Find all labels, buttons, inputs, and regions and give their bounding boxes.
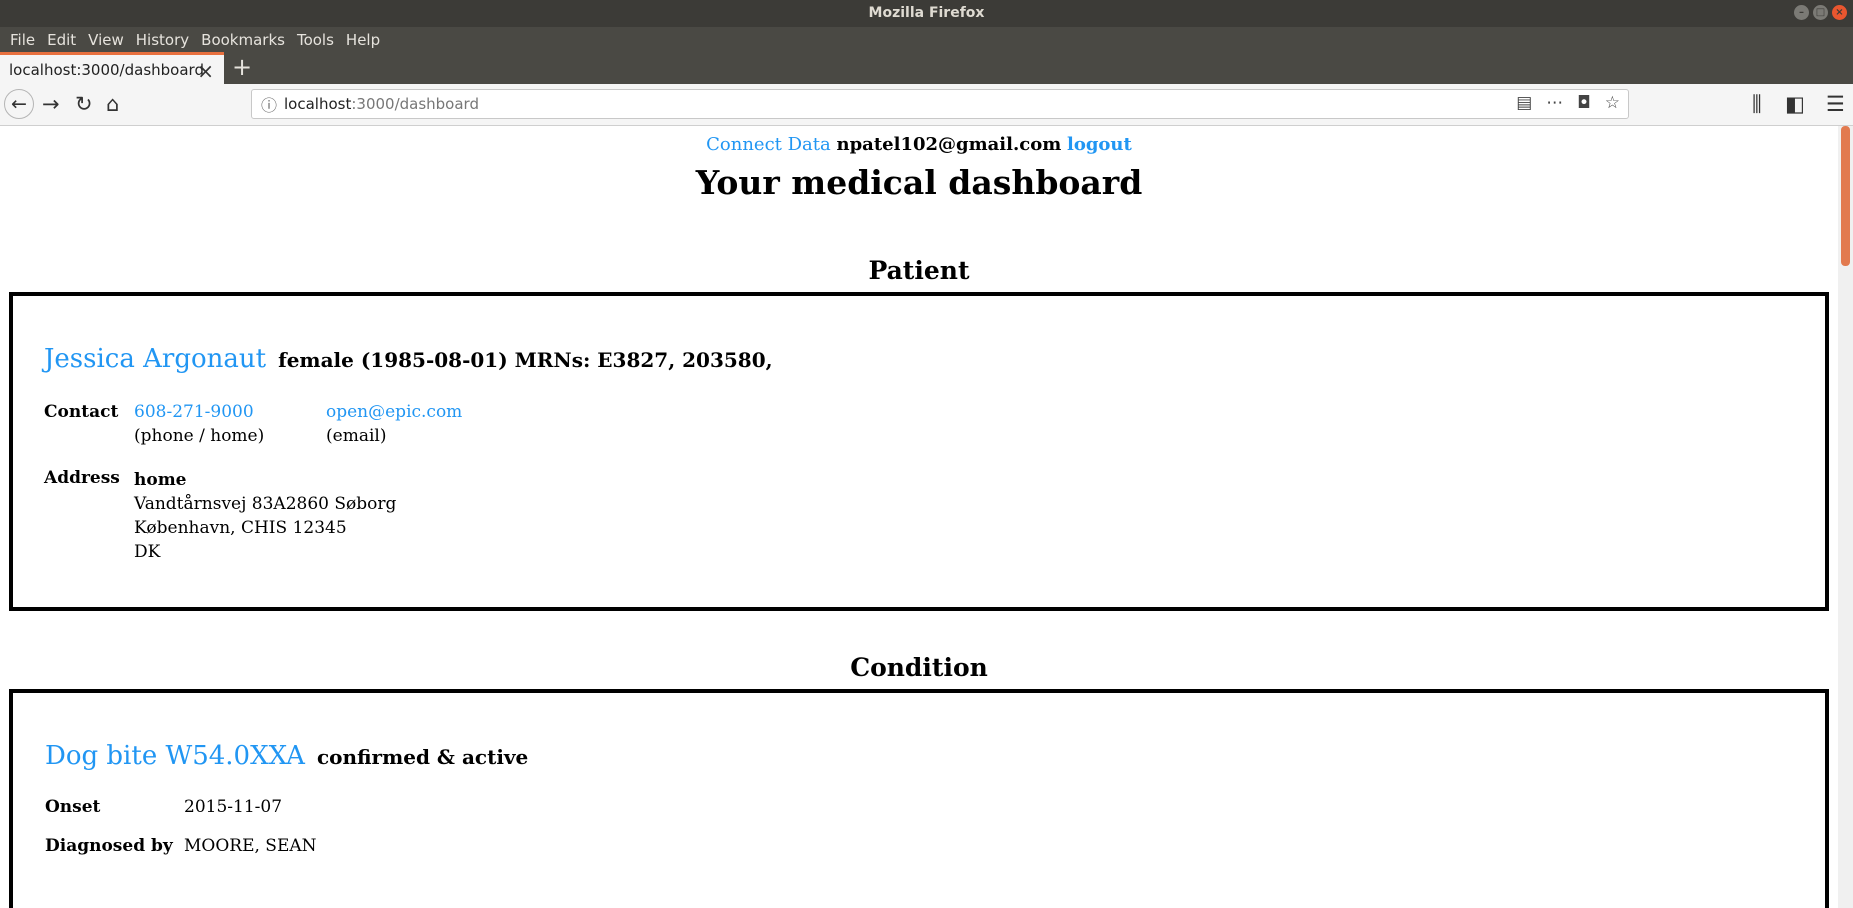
email-type: (email): [326, 426, 387, 446]
diagnosed-by-value: MOORE, SEAN: [184, 836, 317, 856]
condition-section-title: Condition: [850, 653, 988, 682]
tab-title: localhost:3000/dashboard: [9, 60, 204, 79]
forward-icon[interactable]: →: [42, 91, 60, 117]
patient-name-link[interactable]: Jessica Argonaut: [44, 344, 266, 374]
url-text[interactable]: localhost:3000/dashboard: [284, 95, 479, 113]
address-line-3: DK: [134, 542, 161, 562]
scrollbar-thumb[interactable]: [1841, 126, 1850, 266]
menu-file[interactable]: File: [10, 31, 35, 49]
navigation-bar: ← → ↻ ⌂ ⓘ localhost:3000/dashboard ▤ ⋯ ◘…: [0, 84, 1853, 126]
tab-dashboard[interactable]: localhost:3000/dashboard ×: [0, 52, 224, 84]
tab-strip: localhost:3000/dashboard × +: [0, 52, 1853, 84]
onset-label: Onset: [45, 797, 101, 817]
address-line-2: København, CHIS 12345: [134, 518, 347, 538]
menu-help[interactable]: Help: [346, 31, 380, 49]
condition-status: confirmed & active: [316, 745, 529, 769]
pocket-icon[interactable]: ◘: [1577, 93, 1590, 113]
account-bar: Connect Data npatel102@gmail.com logout: [0, 134, 1838, 155]
maximize-icon[interactable]: □: [1813, 5, 1828, 20]
contact-label: Contact: [44, 402, 119, 422]
url-bar[interactable]: ⓘ localhost:3000/dashboard ▤ ⋯ ◘ ☆: [251, 89, 1629, 119]
back-icon[interactable]: ←: [4, 89, 34, 119]
email-link[interactable]: open@epic.com: [326, 400, 462, 424]
sidebar-icon[interactable]: ◧: [1785, 91, 1805, 117]
phone-type: (phone / home): [134, 426, 265, 446]
page-actions-icon[interactable]: ⋯: [1546, 93, 1563, 113]
window-title: Mozilla Firefox: [868, 5, 985, 21]
reader-view-icon[interactable]: ▤: [1516, 93, 1532, 113]
user-email: npatel102@gmail.com: [836, 134, 1062, 155]
condition-header: Dog bite W54.0XXA confirmed & active: [45, 741, 1825, 771]
condition-card: Dog bite W54.0XXA confirmed & active Onse…: [9, 689, 1829, 908]
reload-icon[interactable]: ↻: [75, 91, 93, 117]
page-scrollbar[interactable]: [1838, 126, 1853, 908]
onset-value: 2015-11-07: [184, 797, 283, 817]
diagnosed-by-label: Diagnosed by: [45, 836, 173, 856]
menu-hamburger-icon[interactable]: ☰: [1826, 91, 1845, 117]
logout-link[interactable]: logout: [1067, 134, 1132, 155]
address-line-1: Vandtårnsvej 83A2860 Søborg: [134, 494, 397, 514]
condition-name-link[interactable]: Dog bite W54.0XXA: [45, 741, 305, 771]
menu-bookmarks[interactable]: Bookmarks: [201, 31, 285, 49]
condition-details: Onset 2015-11-07 Diagnosed by MOORE, SEA…: [45, 797, 317, 856]
patient-summary: female (1985-08-01) MRNs: E3827, 203580,: [278, 348, 773, 372]
address-label: Address: [44, 468, 120, 488]
url-actions: ▤ ⋯ ◘ ☆: [1516, 93, 1620, 113]
bookmark-star-icon[interactable]: ☆: [1605, 93, 1620, 113]
menu-edit[interactable]: Edit: [47, 31, 76, 49]
patient-header: Jessica Argonaut female (1985-08-01) MRNs…: [44, 344, 1825, 374]
phone-link[interactable]: 608-271-9000: [134, 400, 326, 424]
patient-card: Jessica Argonaut female (1985-08-01) MRNs…: [9, 292, 1829, 611]
menu-bar: File Edit View History Bookmarks Tools H…: [0, 27, 1853, 52]
address-use: home: [134, 470, 187, 490]
new-tab-icon[interactable]: +: [232, 53, 252, 81]
home-icon[interactable]: ⌂: [106, 91, 119, 117]
menu-tools[interactable]: Tools: [297, 31, 334, 49]
close-tab-icon[interactable]: ×: [197, 59, 214, 83]
minimize-icon[interactable]: –: [1794, 5, 1809, 20]
close-window-icon[interactable]: ×: [1832, 5, 1847, 20]
page-title: Your medical dashboard: [695, 163, 1143, 202]
patient-details: Contact 608-271-9000 (phone / home) open…: [44, 400, 462, 564]
page-content: Connect Data npatel102@gmail.com logout …: [0, 126, 1838, 908]
site-info-icon[interactable]: ⓘ: [261, 92, 277, 116]
menu-view[interactable]: View: [88, 31, 124, 49]
patient-section-title: Patient: [868, 256, 970, 285]
window-controls: – □ ×: [1794, 5, 1847, 20]
connect-data-link[interactable]: Connect Data: [706, 134, 831, 155]
library-icon[interactable]: ⫼: [1752, 91, 1762, 117]
window-titlebar: Mozilla Firefox – □ ×: [0, 0, 1853, 27]
menu-history[interactable]: History: [136, 31, 189, 49]
